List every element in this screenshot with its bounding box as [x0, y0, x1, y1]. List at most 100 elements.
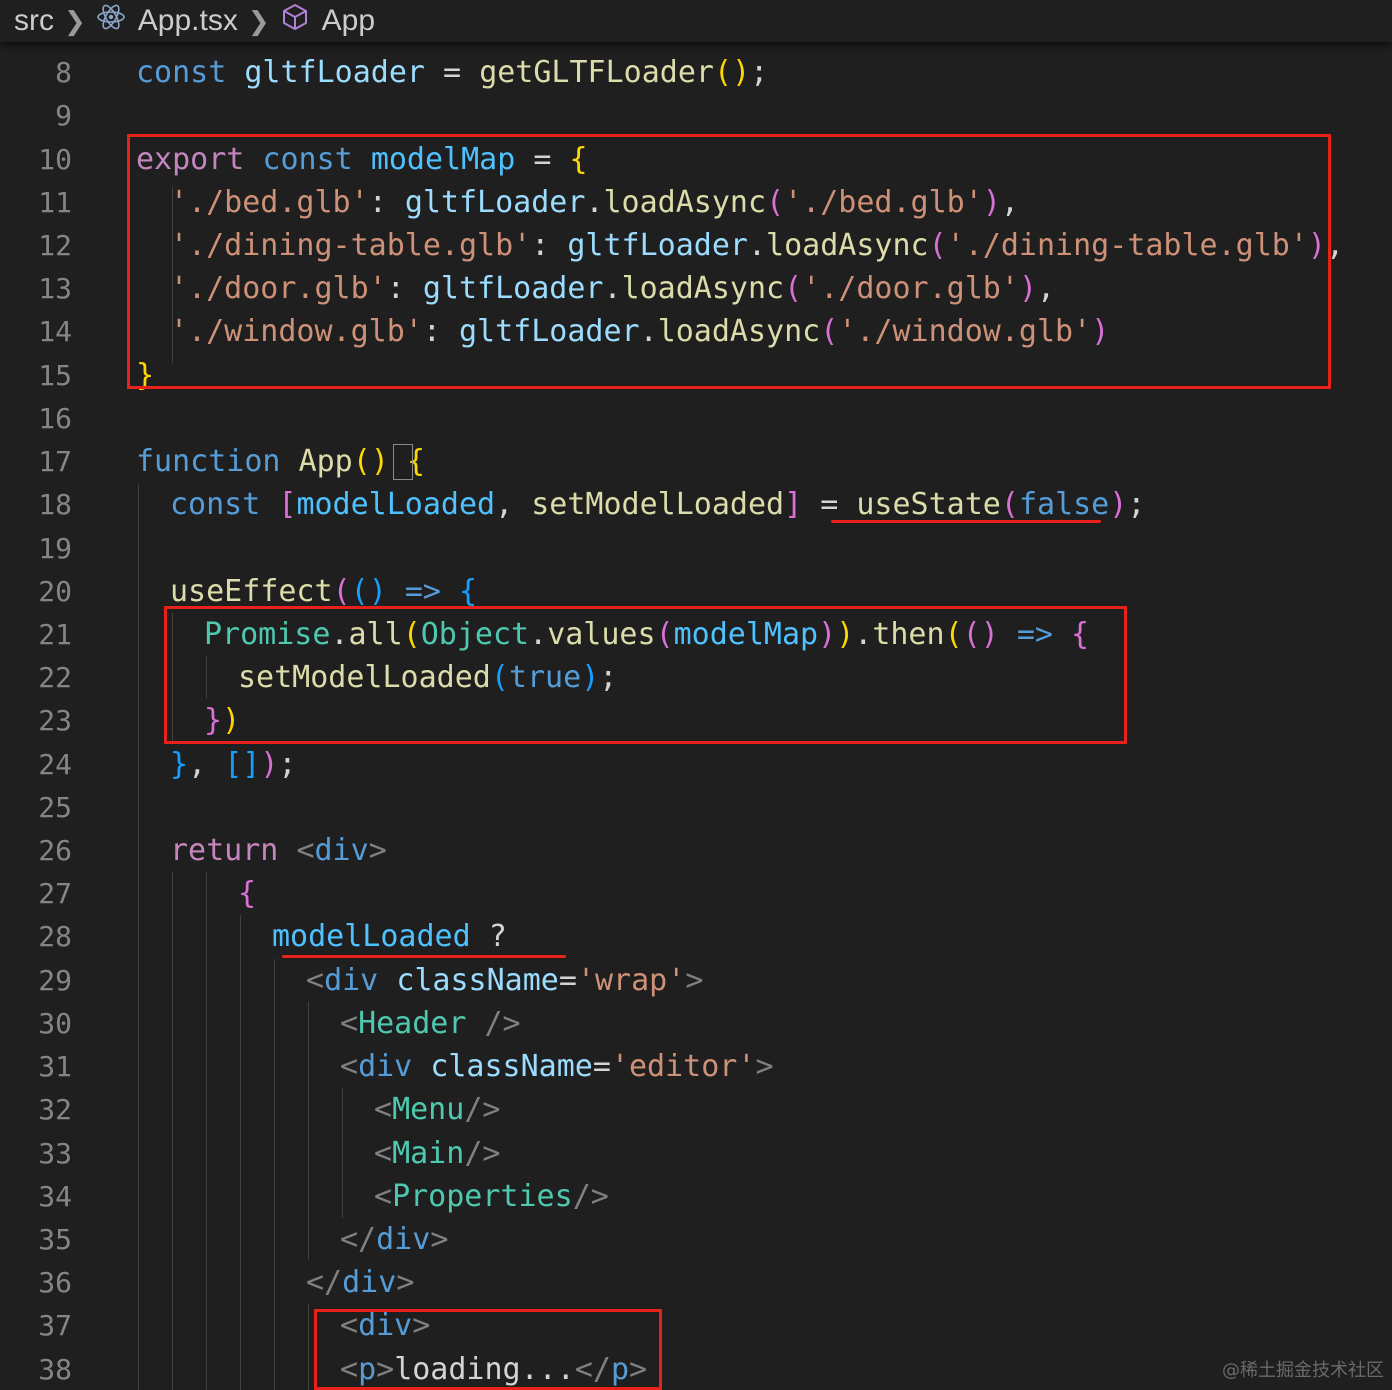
code-line[interactable]: 32 <Menu/> — [0, 1088, 1392, 1131]
line-code: './door.glb': gltfLoader.loadAsync('./do… — [170, 271, 1056, 306]
line-code: <p>loading...</p> — [340, 1352, 648, 1387]
line-code: return <div> — [170, 833, 387, 868]
code-line[interactable]: 37 <div> — [0, 1304, 1392, 1347]
code-line[interactable]: 33 <Main/> — [0, 1132, 1392, 1175]
line-number: 21 — [38, 618, 72, 651]
line-code: <div className='wrap'> — [306, 963, 704, 998]
line-code: }) — [204, 703, 241, 738]
line-number: 25 — [38, 791, 72, 824]
line-code: <Header /> — [340, 1006, 521, 1041]
line-number: 23 — [38, 704, 72, 737]
line-number: 24 — [38, 748, 72, 781]
line-code: useEffect(() => { — [170, 574, 478, 609]
line-number: 37 — [38, 1309, 72, 1342]
breadcrumb-item-symbol[interactable]: App — [280, 2, 375, 40]
code-line[interactable]: 13 './door.glb': gltfLoader.loadAsync('.… — [0, 267, 1392, 310]
breadcrumb-item-file[interactable]: App.tsx — [96, 2, 238, 40]
line-number: 31 — [38, 1050, 72, 1083]
line-number: 30 — [38, 1007, 72, 1040]
code-line[interactable]: 28 modelLoaded ? — [0, 915, 1392, 958]
line-number: 18 — [38, 488, 72, 521]
line-number: 27 — [38, 877, 72, 910]
react-icon — [96, 2, 126, 40]
line-number: 29 — [38, 964, 72, 997]
line-number: 14 — [38, 315, 72, 348]
line-number: 16 — [38, 402, 72, 435]
line-number: 12 — [38, 229, 72, 262]
line-number: 8 — [55, 56, 72, 89]
code-line[interactable]: 14 './window.glb': gltfLoader.loadAsync(… — [0, 310, 1392, 353]
line-code: const gltfLoader = getGLTFLoader(); — [136, 55, 769, 90]
line-code: } — [136, 358, 155, 393]
line-number: 32 — [38, 1093, 72, 1126]
code-line[interactable]: 26 return <div> — [0, 829, 1392, 872]
line-number: 38 — [38, 1353, 72, 1386]
code-line[interactable]: 23 }) — [0, 699, 1392, 742]
line-code: setModelLoaded(true); — [238, 660, 618, 695]
line-code: './window.glb': gltfLoader.loadAsync('./… — [170, 314, 1110, 349]
line-code: }, []); — [170, 747, 297, 782]
code-line[interactable]: 38 <p>loading...</p> — [0, 1348, 1392, 1390]
code-line[interactable]: 25 — [0, 786, 1392, 829]
code-line[interactable]: 9 — [0, 94, 1392, 137]
line-number: 36 — [38, 1266, 72, 1299]
code-line[interactable]: 19 — [0, 527, 1392, 570]
breadcrumb-label: App.tsx — [137, 4, 238, 37]
chevron-right-icon: ❯ — [247, 5, 270, 36]
line-number: 9 — [55, 99, 72, 132]
line-number: 20 — [38, 575, 72, 608]
code-line[interactable]: 8 const gltfLoader = getGLTFLoader(); — [0, 51, 1392, 94]
line-number: 22 — [38, 661, 72, 694]
code-line[interactable]: 12 './dining-table.glb': gltfLoader.load… — [0, 224, 1392, 267]
line-number: 28 — [38, 920, 72, 953]
code-line[interactable]: 30 <Header /> — [0, 1002, 1392, 1045]
code-line[interactable]: 16 — [0, 397, 1392, 440]
line-code: { — [238, 876, 257, 911]
code-line[interactable]: 18 const [modelLoaded, setModelLoaded] =… — [0, 483, 1392, 526]
line-number: 13 — [38, 272, 72, 305]
breadcrumb: src ❯ App.tsx ❯ App — [0, 0, 1392, 42]
line-code: </div> — [340, 1222, 449, 1257]
line-number: 35 — [38, 1223, 72, 1256]
line-number: 11 — [38, 186, 72, 219]
line-code: modelLoaded ? — [272, 919, 507, 954]
code-line[interactable]: 20 useEffect(() => { — [0, 570, 1392, 613]
line-code: './bed.glb': gltfLoader.loadAsync('./bed… — [170, 185, 1019, 220]
code-line[interactable]: 21 Promise.all(Object.values(modelMap)).… — [0, 613, 1392, 656]
watermark: @稀土掘金技术社区 — [1222, 1360, 1384, 1381]
code-line[interactable]: 17 function App() { — [0, 440, 1392, 483]
line-code: Promise.all(Object.values(modelMap)).the… — [204, 617, 1090, 652]
line-number: 26 — [38, 834, 72, 867]
line-number: 15 — [38, 359, 72, 392]
chevron-right-icon: ❯ — [64, 5, 86, 36]
line-code: <Menu/> — [374, 1092, 501, 1127]
code-line[interactable]: 10 export const modelMap = { — [0, 138, 1392, 181]
line-code: function App() { — [136, 444, 425, 479]
code-line[interactable]: 36 </div> — [0, 1261, 1392, 1304]
code-line[interactable]: 27 { — [0, 872, 1392, 915]
cube-icon — [280, 2, 310, 40]
code-line[interactable]: 22 setModelLoaded(true); — [0, 656, 1392, 699]
code-line[interactable]: 31 <div className='editor'> — [0, 1045, 1392, 1088]
line-code: <div className='editor'> — [340, 1049, 774, 1084]
code-line[interactable]: 15 } — [0, 354, 1392, 397]
code-line[interactable]: 24 }, []); — [0, 743, 1392, 786]
line-number: 34 — [38, 1180, 72, 1213]
breadcrumb-item-src[interactable]: src — [14, 4, 54, 38]
line-code: <div> — [340, 1308, 431, 1343]
line-number: 33 — [38, 1137, 72, 1170]
code-line[interactable]: 29 <div className='wrap'> — [0, 959, 1392, 1002]
annotation-underline-modelloaded — [282, 955, 566, 958]
line-number: 17 — [38, 445, 72, 478]
breadcrumb-label: App — [321, 4, 376, 37]
line-code: <Main/> — [374, 1136, 501, 1171]
line-number: 19 — [38, 532, 72, 565]
code-line[interactable]: 35 </div> — [0, 1218, 1392, 1261]
breadcrumb-label: src — [14, 4, 54, 37]
line-code: </div> — [306, 1265, 415, 1300]
line-number: 10 — [38, 143, 72, 176]
code-editor[interactable]: 8 const gltfLoader = getGLTFLoader(); 9 … — [0, 42, 1392, 1390]
line-code: './dining-table.glb': gltfLoader.loadAsy… — [170, 228, 1345, 263]
code-line[interactable]: 11 './bed.glb': gltfLoader.loadAsync('./… — [0, 181, 1392, 224]
code-line[interactable]: 34 <Properties/> — [0, 1175, 1392, 1218]
